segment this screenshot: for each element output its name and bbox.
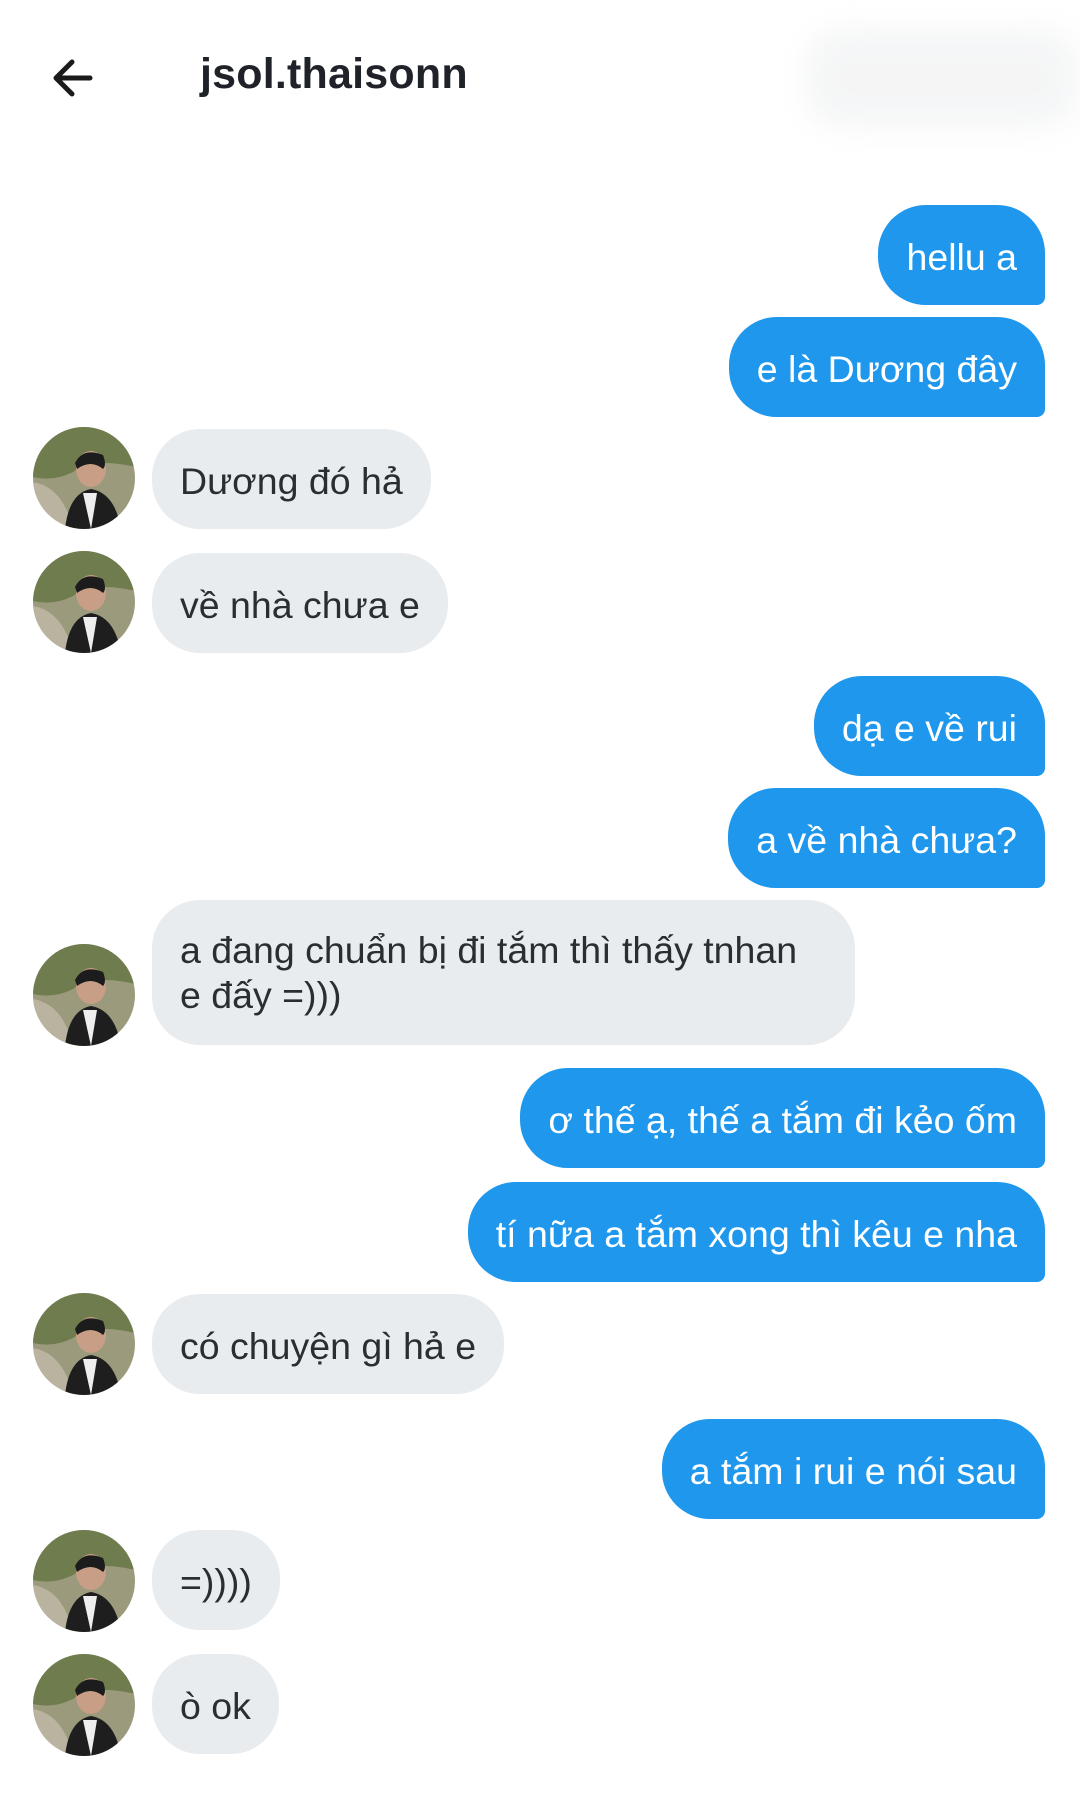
incoming-message[interactable]: Dương đó hả: [152, 429, 431, 529]
contact-avatar[interactable]: [33, 551, 135, 653]
incoming-message[interactable]: ò ok: [152, 1654, 279, 1754]
incoming-message[interactable]: =)))): [152, 1530, 280, 1630]
outgoing-message[interactable]: hellu a: [878, 205, 1045, 305]
incoming-message[interactable]: có chuyện gì hả e: [152, 1294, 505, 1394]
contact-avatar[interactable]: [33, 1654, 135, 1756]
outgoing-message[interactable]: dạ e về rui: [813, 676, 1045, 776]
avatar-photo: [33, 427, 135, 529]
incoming-message[interactable]: về nhà chưa e: [152, 553, 448, 653]
outgoing-message[interactable]: a tắm i rui e nói sau: [661, 1419, 1045, 1519]
contact-avatar[interactable]: [33, 1293, 135, 1395]
message-thread: hellu a e là Dương đây Dương đó hả về nh…: [0, 0, 1080, 1796]
contact-avatar[interactable]: [33, 427, 135, 529]
incoming-message[interactable]: a đang chuẩn bị đi tắm thì thấy tnhan e …: [152, 900, 855, 1045]
outgoing-message[interactable]: ơ thế ạ, thế a tắm đi kẻo ốm: [520, 1068, 1045, 1168]
outgoing-message[interactable]: a về nhà chưa?: [728, 788, 1045, 888]
avatar-photo: [33, 1530, 135, 1632]
avatar-photo: [33, 944, 135, 1046]
avatar-photo: [33, 551, 135, 653]
avatar-photo: [33, 1654, 135, 1756]
contact-avatar[interactable]: [33, 944, 135, 1046]
outgoing-message[interactable]: e là Dương đây: [728, 317, 1045, 417]
outgoing-message[interactable]: tí nữa a tắm xong thì kêu e nha: [467, 1182, 1045, 1282]
avatar-photo: [33, 1293, 135, 1395]
contact-avatar[interactable]: [33, 1530, 135, 1632]
